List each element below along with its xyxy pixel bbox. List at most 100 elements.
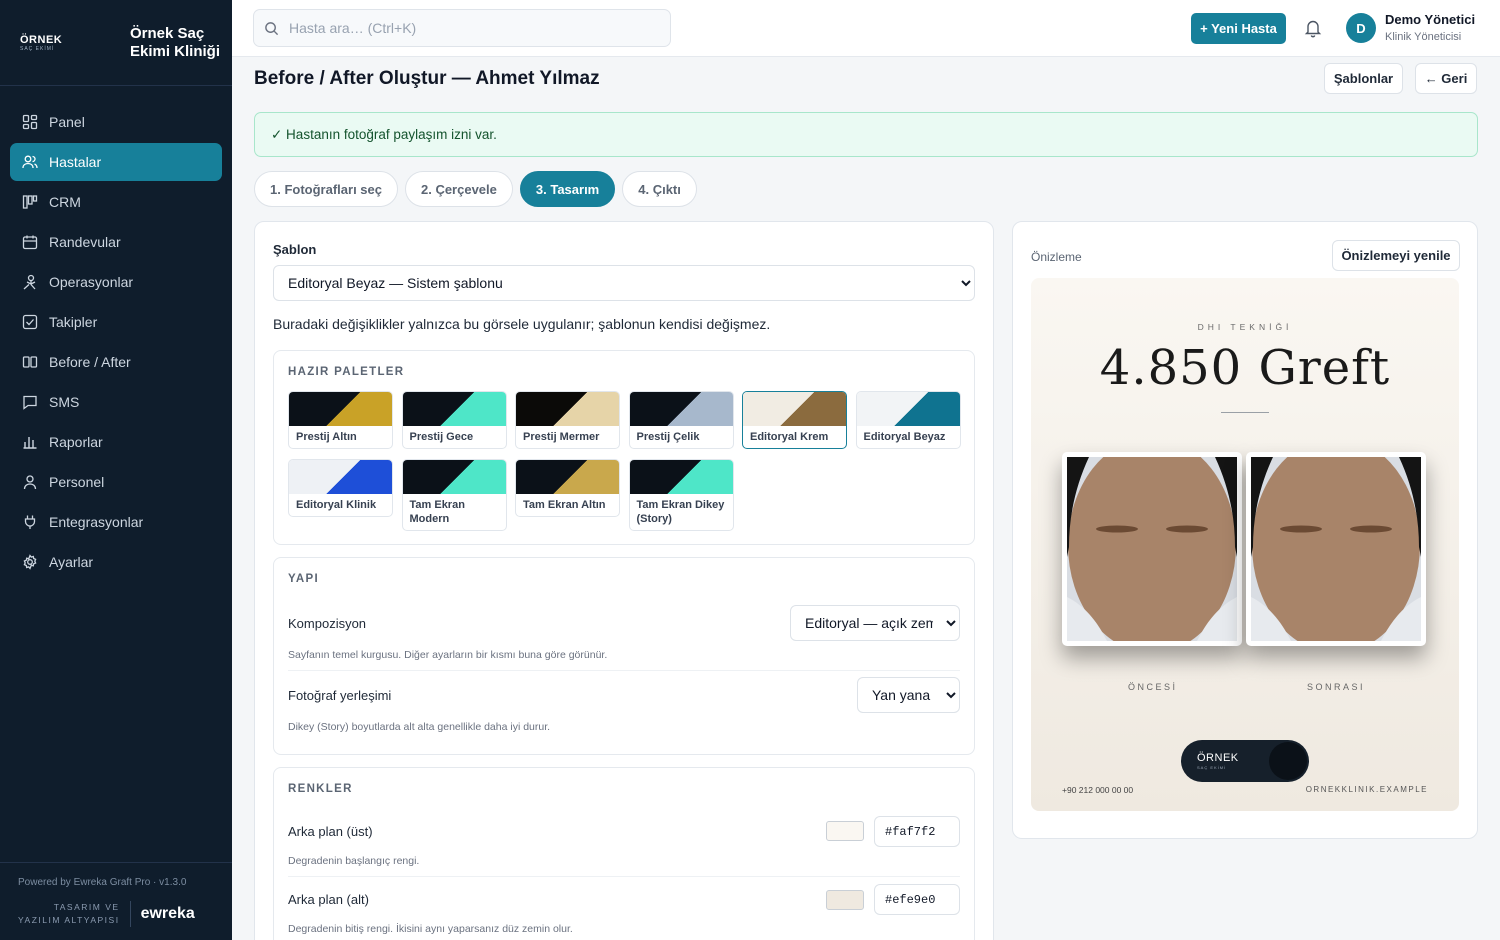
photo-layout-select[interactable]: Yan yana <box>857 677 960 713</box>
topbar: + Yeni Hasta D Demo Yönetici Klinik Yöne… <box>232 0 1500 57</box>
palette-label: Editoryal Beyaz <box>863 431 946 443</box>
sidebar-item-label: Before / After <box>49 354 131 370</box>
sidebar-nav: Panel Hastalar CRM Randevular Operasyonl… <box>0 86 232 581</box>
palettes-title: HAZIR PALETLER <box>288 366 405 378</box>
template-select[interactable]: Editoryal Beyaz — Sistem şablonu <box>273 265 975 301</box>
split-icon <box>22 356 38 368</box>
palette-label: Prestij Mermer <box>523 431 600 443</box>
sidebar-item-label: Personel <box>49 474 105 490</box>
palette-swatch <box>629 392 733 426</box>
palette-prestij-mermer[interactable]: Prestij Mermer <box>515 391 620 449</box>
checklist-icon <box>22 314 38 330</box>
step-photos[interactable]: 1. Fotoğrafları seç <box>254 171 398 207</box>
bg-top-help: Degradenin başlangıç rengi. <box>288 855 420 867</box>
preview-website: ORNEKKLINIK.EXAMPLE <box>1305 785 1428 794</box>
photo-layout-label: Fotoğraf yerleşimi <box>288 688 392 703</box>
sidebar-item-label: Entegrasyonlar <box>49 514 144 530</box>
preview-headline: 4.850 Greft <box>1099 340 1391 396</box>
user-info[interactable]: Demo Yönetici Klinik Yöneticisi <box>1385 12 1475 43</box>
palette-prestij-altın[interactable]: Prestij Altın <box>288 391 393 449</box>
sidebar-item-takipler[interactable]: Takipler <box>10 303 222 341</box>
palette-label: Tam Ekran Altın <box>523 499 606 511</box>
composition-label: Kompozisyon <box>288 616 367 631</box>
photo-layout-help: Dikey (Story) boyutlarda alt alta genell… <box>288 721 551 733</box>
brand: ÖRNEK SAÇ EKİMİ Örnek Saç Ekimi Kliniği <box>0 0 232 86</box>
preview-logo-pill: ÖRNEK SAÇ EKİMİ <box>1181 740 1309 782</box>
sidebar-item-raporlar[interactable]: Raporlar <box>10 423 222 461</box>
bg-bottom-label: Arka plan (alt) <box>288 892 369 907</box>
bell-icon[interactable] <box>1303 18 1323 38</box>
palette-editoryal-klinik[interactable]: Editoryal Klinik <box>288 459 393 517</box>
step-design[interactable]: 3. Tasarım <box>519 171 616 207</box>
template-note: Buradaki değişiklikler yalnızca bu görse… <box>273 316 771 332</box>
clinic-name: Örnek Saç Ekimi Kliniği <box>130 24 221 60</box>
search-box <box>253 9 671 47</box>
sidebar-item-hastalar[interactable]: Hastalar <box>10 143 222 181</box>
palette-swatch <box>402 460 506 494</box>
face-illustration <box>1251 437 1421 653</box>
palette-label: Editoryal Klinik <box>296 499 377 511</box>
palette-tam-ekran-altın[interactable]: Tam Ekran Altın <box>515 459 620 517</box>
sidebar-item-before-after[interactable]: Before / After <box>10 343 222 381</box>
structure-title: YAPI <box>288 573 319 585</box>
palette-swatch <box>289 392 392 426</box>
face-illustration <box>1067 437 1237 653</box>
templates-button[interactable]: Şablonlar <box>1324 63 1403 94</box>
refresh-preview-button[interactable]: Önizlemeyi yenile <box>1332 240 1460 271</box>
bg-bottom-hex-input[interactable]: #efe9e0 <box>874 884 960 915</box>
colors-panel: RENKLER Arka plan (üst) #faf7f2 Degraden… <box>273 767 975 940</box>
sidebar-item-ayarlar[interactable]: Ayarlar <box>10 543 222 581</box>
preview-rule <box>1221 412 1269 413</box>
kanban-icon <box>22 195 38 209</box>
clinic-logo[interactable]: ÖRNEK SAÇ EKİMİ <box>20 34 130 52</box>
composition-select[interactable]: Editoryal — açık zemin <box>790 605 960 641</box>
template-label: Şablon <box>273 242 317 257</box>
back-button[interactable]: ← Geri <box>1415 63 1477 94</box>
sidebar-item-label: CRM <box>49 194 81 210</box>
sidebar-item-sms[interactable]: SMS <box>10 383 222 421</box>
sidebar-item-randevular[interactable]: Randevular <box>10 223 222 261</box>
preview-card: Önizleme Önizlemeyi yenile DHI TEKNİĞİ 4… <box>1012 221 1478 839</box>
palette-swatch <box>516 392 619 426</box>
composition-help: Sayfanın temel kurgusu. Diğer ayarların … <box>288 649 608 661</box>
sidebar-item-label: Randevular <box>49 234 121 250</box>
bg-top-color-swatch[interactable] <box>826 821 864 841</box>
sidebar-item-panel[interactable]: Panel <box>10 103 222 141</box>
palette-editoryal-krem[interactable]: Editoryal Krem <box>742 391 847 449</box>
bg-bottom-color-swatch[interactable] <box>826 890 864 910</box>
consent-alert: ✓ Hastanın fotoğraf paylaşım izni var. <box>254 112 1478 157</box>
preview-title: Önizleme <box>1031 250 1082 264</box>
palette-prestij-çelik[interactable]: Prestij Çelik <box>628 391 734 449</box>
preview-canvas: DHI TEKNİĞİ 4.850 Greft ÖNCESİ SONRASI Ö… <box>1031 278 1459 811</box>
search-icon <box>265 21 279 35</box>
divider <box>288 670 960 671</box>
palette-label: Prestij Altın <box>296 431 357 443</box>
palette-label: Editoryal Krem <box>750 431 829 443</box>
avatar[interactable]: D <box>1346 13 1376 43</box>
search-input[interactable] <box>289 20 649 36</box>
divider <box>288 876 960 877</box>
sidebar-item-entegrasyonlar[interactable]: Entegrasyonlar <box>10 503 222 541</box>
footer-caption: TASARIM VE YAZILIM ALTYAPISI <box>18 901 131 927</box>
sidebar-footer: Powered by Ewreka Graft Pro · v1.3.0 TAS… <box>0 862 232 940</box>
step-output[interactable]: 4. Çıktı <box>622 171 697 207</box>
bar-chart-icon <box>23 437 37 449</box>
palette-swatch <box>743 392 846 426</box>
sidebar-item-label: Operasyonlar <box>49 274 134 290</box>
new-patient-button[interactable]: + Yeni Hasta <box>1191 13 1286 44</box>
after-caption: SONRASI <box>1307 682 1366 692</box>
palette-prestij-gece[interactable]: Prestij Gece <box>401 391 507 449</box>
palette-editoryal-beyaz[interactable]: Editoryal Beyaz <box>855 391 961 449</box>
sidebar-item-personel[interactable]: Personel <box>10 463 222 501</box>
step-frame[interactable]: 2. Çerçevele <box>404 171 513 207</box>
gear-icon <box>23 554 37 570</box>
sidebar-item-operasyonlar[interactable]: Operasyonlar <box>10 263 222 301</box>
user-role: Klinik Yöneticisi <box>1385 31 1462 43</box>
colors-title: RENKLER <box>288 783 353 795</box>
palette-tam-ekran-modern[interactable]: Tam Ekran Modern <box>401 459 507 531</box>
sidebar-item-crm[interactable]: CRM <box>10 183 222 221</box>
bg-top-hex-input[interactable]: #faf7f2 <box>874 816 960 847</box>
palette-label: Tam Ekran Dikey (Story) <box>636 499 725 525</box>
scalpel-icon <box>23 274 36 290</box>
palette-tam-ekran-dikey-story-[interactable]: Tam Ekran Dikey (Story) <box>628 459 734 531</box>
